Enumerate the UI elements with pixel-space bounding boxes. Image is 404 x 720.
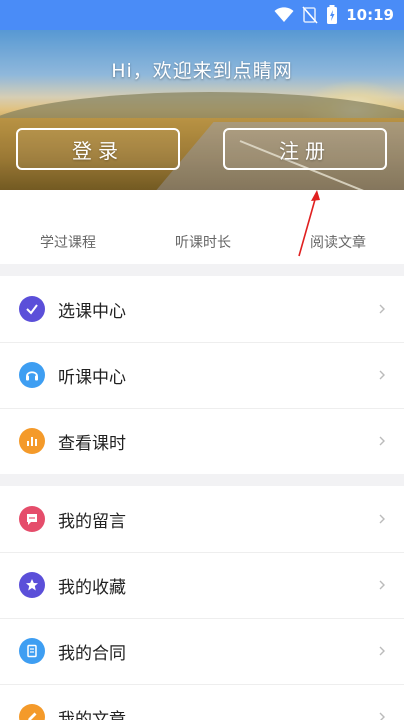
stats-bar: 学过课程 听课时长 阅读文章 bbox=[0, 190, 404, 264]
menu-group-learning: 选课中心 听课中心 查看课时 bbox=[0, 276, 404, 474]
chevron-right-icon bbox=[379, 646, 385, 656]
menu-item-my-messages[interactable]: 我的留言 bbox=[0, 486, 404, 552]
wifi-icon bbox=[274, 7, 294, 22]
register-button[interactable]: 注册 bbox=[223, 128, 387, 170]
chevron-right-icon bbox=[379, 514, 385, 524]
star-icon bbox=[19, 572, 45, 598]
menu-label: 我的收藏 bbox=[58, 577, 126, 598]
stat-courses-learned[interactable]: 学过课程 bbox=[40, 232, 96, 252]
menu-item-view-hours[interactable]: 查看课时 bbox=[0, 408, 404, 474]
welcome-text: Hi，欢迎来到点睛网 bbox=[111, 60, 293, 82]
login-button[interactable]: 登录 bbox=[16, 128, 180, 170]
menu-item-my-contracts[interactable]: 我的合同 bbox=[0, 618, 404, 684]
menu-item-listening-center[interactable]: 听课中心 bbox=[0, 342, 404, 408]
message-icon bbox=[19, 506, 45, 532]
menu-label: 我的文章 bbox=[58, 709, 126, 720]
chevron-right-icon bbox=[379, 304, 385, 314]
contract-icon bbox=[19, 638, 45, 664]
check-circle-icon bbox=[19, 296, 45, 322]
chevron-right-icon bbox=[379, 370, 385, 380]
menu-label: 我的留言 bbox=[58, 511, 126, 532]
stat-listening-time[interactable]: 听课时长 bbox=[175, 232, 231, 252]
headphones-icon bbox=[19, 362, 45, 388]
menu-label: 查看课时 bbox=[58, 433, 126, 454]
no-signal-icon bbox=[302, 6, 318, 24]
menu-item-my-favorites[interactable]: 我的收藏 bbox=[0, 552, 404, 618]
edit-icon bbox=[19, 704, 45, 720]
hero-banner: Hi，欢迎来到点睛网 登录 注册 bbox=[0, 30, 404, 190]
bar-chart-icon bbox=[19, 428, 45, 454]
battery-icon bbox=[327, 5, 338, 24]
menu-item-course-center[interactable]: 选课中心 bbox=[0, 276, 404, 342]
chevron-right-icon bbox=[379, 436, 385, 446]
menu-item-my-articles[interactable]: 我的文章 bbox=[0, 684, 404, 720]
menu-label: 听课中心 bbox=[58, 367, 126, 388]
status-time: 10:19 bbox=[346, 6, 394, 24]
status-bar: 10:19 bbox=[0, 0, 404, 30]
annotation-arrow bbox=[298, 190, 320, 257]
menu-label: 我的合同 bbox=[58, 643, 126, 664]
chevron-right-icon bbox=[379, 712, 385, 720]
chevron-right-icon bbox=[379, 580, 385, 590]
menu-label: 选课中心 bbox=[58, 301, 126, 322]
menu-group-personal: 我的留言 我的收藏 我的合同 我的文章 bbox=[0, 486, 404, 720]
